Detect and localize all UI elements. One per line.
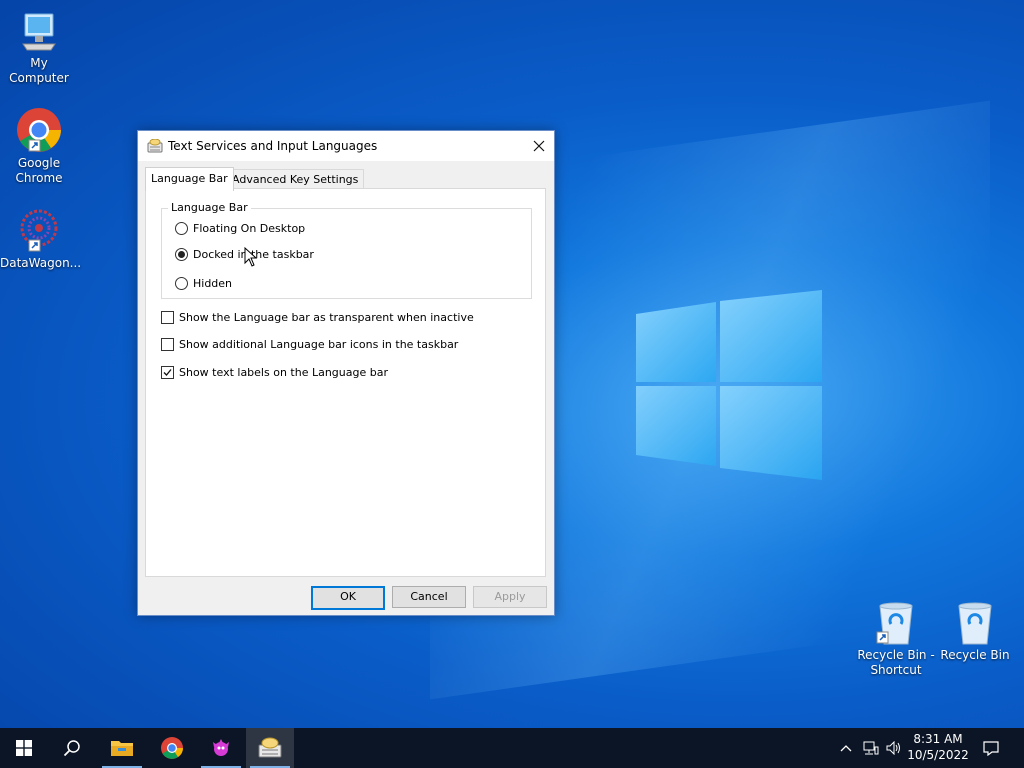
checkbox-additional-icons[interactable]: Show additional Language bar icons in th… [161,338,458,351]
desktop-icon-datawagon[interactable]: DataWagon... [0,206,82,271]
action-center-button[interactable] [976,728,1006,768]
radio-floating-on-desktop[interactable]: Floating On Desktop [175,222,305,235]
system-clock[interactable]: 8:31 AM 10/5/2022 [906,731,970,763]
tab-advanced-key-settings[interactable]: Advanced Key Settings [226,169,365,190]
taskbar-chrome[interactable] [148,728,196,768]
cancel-button[interactable]: Cancel [392,586,466,608]
desktop-icon-label: DataWagon... [0,256,82,270]
desktop-icon-label: Recycle Bin [940,648,1010,662]
taskbar-datawagon[interactable] [197,728,245,768]
windows-logo-wallpaper [636,290,822,480]
network-icon [863,741,879,755]
network-button[interactable] [860,728,882,768]
checkbox-label: Show additional Language bar icons in th… [179,338,459,351]
notification-icon [983,741,999,756]
datawagon-icon [20,209,58,252]
speaker-icon [886,741,900,755]
radio-label: Hidden [193,277,233,290]
radio-hidden[interactable]: Hidden [175,277,232,290]
dialog-titlebar[interactable]: Text Services and Input Languages [138,131,554,161]
clock-date: 10/5/2022 [907,748,969,762]
radio-label: Floating On Desktop [193,222,306,235]
desktop-icon-recycle-bin[interactable]: Recycle Bin [936,600,1014,663]
ok-button[interactable]: OK [311,586,385,610]
desktop-icon-my-computer[interactable]: My Computer [0,10,78,86]
start-icon [16,740,32,756]
show-hidden-icons-button[interactable] [836,728,856,768]
desktop-icon-label: My Computer [9,56,69,85]
apply-button[interactable]: Apply [473,586,547,608]
checkbox-label: Show text labels on the Language bar [179,366,388,379]
clock-time: 8:31 AM [913,732,963,746]
recycle-bin-icon [958,602,992,645]
search-icon [63,740,80,757]
language-bar-groupbox: Language Bar Floating On Desktop Docked … [161,201,532,299]
chrome-icon [17,108,61,152]
radio-circle [175,277,188,290]
taskbar-text-services[interactable] [246,728,294,768]
checkbox-transparent-when-inactive[interactable]: Show the Language bar as transparent whe… [161,311,474,324]
desktop-icon-label: Recycle Bin - Shortcut [857,648,935,677]
radio-circle [175,248,188,261]
checkbox-label: Show the Language bar as transparent whe… [179,311,474,324]
text-services-icon [258,737,282,758]
mouse-cursor-icon [244,247,258,267]
text-services-dialog: Text Services and Input Languages Langua… [137,130,555,616]
chrome-icon [161,737,183,759]
search-button[interactable] [48,728,96,768]
chevron-up-icon [840,745,852,752]
checkbox-box [161,311,174,324]
recycle-bin-icon [876,602,913,645]
volume-button[interactable] [883,728,905,768]
keyboard-icon [147,139,163,153]
group-label: Language Bar [168,201,251,214]
file-explorer-icon [111,741,133,756]
close-icon [533,140,545,152]
tab-language-bar[interactable]: Language Bar [145,167,234,191]
desktop-icon-google-chrome[interactable]: Google Chrome [0,106,78,186]
tab-panel-language-bar: Language Bar Floating On Desktop Docked … [145,188,546,577]
checkbox-box [161,338,174,351]
close-button[interactable] [524,131,554,161]
taskbar-file-explorer[interactable] [98,728,146,768]
radio-circle [175,222,188,235]
datawagon-icon [213,739,229,756]
desktop-icon-recycle-bin-shortcut[interactable]: Recycle Bin - Shortcut [857,600,935,678]
taskbar: 8:31 AM 10/5/2022 [0,728,1024,768]
checkbox-box [161,366,174,379]
dialog-title: Text Services and Input Languages [168,139,378,153]
computer-icon [22,13,56,51]
checkmark-icon [163,369,172,376]
start-button[interactable] [0,728,48,768]
desktop-icon-label: Google Chrome [15,156,63,185]
checkbox-show-text-labels[interactable]: Show text labels on the Language bar [161,366,388,379]
